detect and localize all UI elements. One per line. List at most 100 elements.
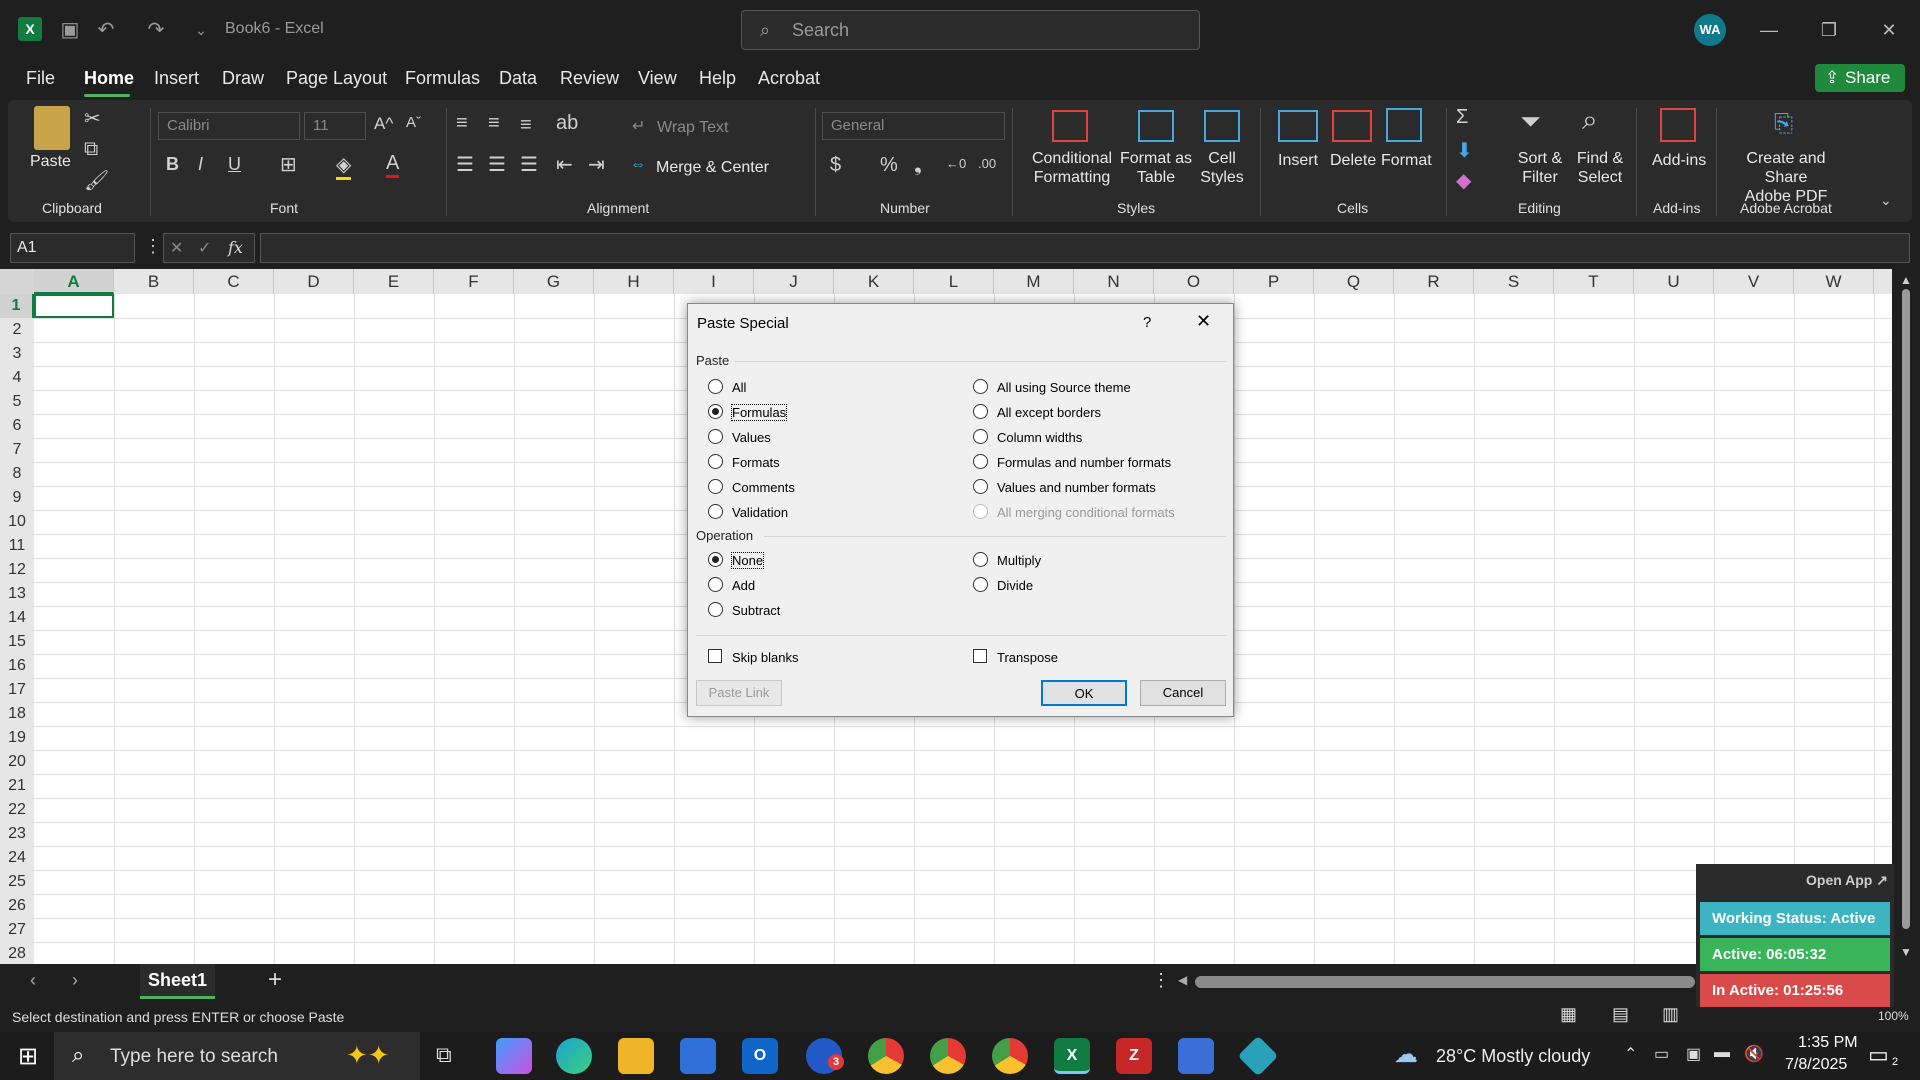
cancel-button[interactable]: Cancel (1140, 680, 1226, 706)
tab-file[interactable]: File (26, 68, 55, 89)
column-header-o[interactable]: O (1154, 269, 1234, 294)
radio-comments[interactable] (708, 479, 723, 494)
radio-subtract[interactable] (708, 602, 723, 617)
customize-qat-icon[interactable]: ⌄ (187, 16, 215, 44)
radio-multiply[interactable] (973, 552, 988, 567)
copilot-app-icon[interactable] (496, 1038, 532, 1074)
currency-icon[interactable]: $ (830, 154, 841, 177)
paste-button[interactable]: Paste (30, 152, 71, 171)
column-header-w[interactable]: W (1794, 269, 1874, 294)
row-header-28[interactable]: 28 (0, 942, 34, 966)
find-select-button[interactable]: Find & Select (1572, 149, 1628, 187)
wrap-text-button[interactable]: Wrap Text (657, 118, 728, 137)
clear-icon[interactable]: ◆ (1456, 168, 1471, 193)
transpose-label[interactable]: Transpose (997, 650, 1058, 665)
tab-formulas[interactable]: Formulas (405, 68, 480, 89)
sheet-tab[interactable]: Sheet1 (140, 964, 215, 999)
increase-decimal-icon[interactable]: ←0 (946, 156, 966, 171)
decrease-font-icon[interactable]: Aˇ (406, 114, 421, 131)
copy-icon[interactable]: ⧉ (84, 138, 98, 161)
redo-icon[interactable]: ↷ (142, 16, 170, 44)
row-header-1[interactable]: 1 (0, 294, 34, 318)
paste-link-button[interactable]: Paste Link (696, 680, 782, 706)
row-header-20[interactable]: 20 (0, 750, 34, 774)
open-app-button[interactable]: Open App ↗ (1806, 872, 1888, 889)
align-center-icon[interactable]: ☰ (488, 152, 506, 177)
dialog-close-icon[interactable]: ✕ (1196, 311, 1211, 332)
column-header-r[interactable]: R (1394, 269, 1474, 294)
column-header-h[interactable]: H (594, 269, 674, 294)
tray-overflow-icon[interactable]: ⌃ (1624, 1044, 1637, 1064)
row-header-7[interactable]: 7 (0, 438, 34, 462)
mail-app-icon[interactable]: 3 (806, 1038, 844, 1074)
taskbar-search[interactable]: ⌕ Type here to search ✦✦ (54, 1032, 420, 1080)
option-values-and-number-formats[interactable]: Values and number formats (997, 480, 1156, 495)
percent-icon[interactable]: % (880, 154, 898, 177)
number-format-dropdown[interactable]: General (822, 112, 1005, 140)
row-header-8[interactable]: 8 (0, 462, 34, 486)
name-box[interactable]: A1 (10, 233, 135, 263)
column-header-b[interactable]: B (114, 269, 194, 294)
vertical-scrollbar[interactable]: ▲ ▼ (1892, 269, 1920, 964)
row-header-2[interactable]: 2 (0, 318, 34, 342)
battery-icon[interactable]: ▬ (1714, 1044, 1730, 1062)
row-header-15[interactable]: 15 (0, 630, 34, 654)
help-button[interactable]: ? (1143, 314, 1151, 331)
ok-button[interactable]: OK (1041, 680, 1127, 706)
option-none[interactable]: None (730, 552, 765, 569)
option-all[interactable]: All (732, 380, 746, 395)
decrease-decimal-icon[interactable]: .00 (978, 156, 996, 171)
column-header-f[interactable]: F (434, 269, 514, 294)
column-header-d[interactable]: D (274, 269, 354, 294)
column-header-q[interactable]: Q (1314, 269, 1394, 294)
column-header-n[interactable]: N (1074, 269, 1154, 294)
tab-page-layout[interactable]: Page Layout (286, 68, 387, 89)
increase-font-icon[interactable]: A^ (374, 114, 393, 134)
radio-validation[interactable] (708, 504, 723, 519)
row-header-22[interactable]: 22 (0, 798, 34, 822)
align-bottom-icon[interactable]: ≡ (520, 114, 532, 137)
option-comments[interactable]: Comments (732, 480, 795, 495)
undo-icon[interactable]: ↶ (92, 16, 120, 44)
option-divide[interactable]: Divide (997, 578, 1033, 593)
add-sheet-icon[interactable]: + (268, 966, 282, 994)
row-header-17[interactable]: 17 (0, 678, 34, 702)
radio-all-merging-conditional-formats[interactable] (973, 504, 988, 519)
tab-insert[interactable]: Insert (154, 68, 199, 89)
filezilla-icon[interactable]: Z (1116, 1038, 1152, 1074)
column-header-v[interactable]: V (1714, 269, 1794, 294)
option-formulas-and-number-formats[interactable]: Formulas and number formats (997, 455, 1171, 470)
radio-column-widths[interactable] (973, 429, 988, 444)
option-add[interactable]: Add (732, 578, 755, 593)
tab-review[interactable]: Review (560, 68, 619, 89)
search-box[interactable]: ⌕ Search (741, 10, 1200, 50)
fill-color-icon[interactable]: ◈ (336, 152, 352, 180)
column-header-u[interactable]: U (1634, 269, 1714, 294)
column-header-c[interactable]: C (194, 269, 274, 294)
excel-taskbar-icon[interactable]: X (1054, 1038, 1090, 1074)
row-header-24[interactable]: 24 (0, 846, 34, 870)
font-color-icon[interactable]: A (386, 152, 400, 178)
skip-blanks-label[interactable]: Skip blanks (732, 650, 798, 665)
column-header-m[interactable]: M (994, 269, 1074, 294)
prev-sheet-icon[interactable]: ‹ (30, 970, 36, 991)
cancel-entry-icon[interactable]: ✕ (170, 238, 183, 258)
row-header-4[interactable]: 4 (0, 366, 34, 390)
insert-cells-icon[interactable] (1278, 110, 1318, 142)
weather-text[interactable]: 28°C Mostly cloudy (1436, 1046, 1590, 1067)
option-subtract[interactable]: Subtract (732, 603, 780, 618)
font-name-dropdown[interactable]: Calibri (158, 112, 300, 140)
column-header-p[interactable]: P (1234, 269, 1314, 294)
save-icon[interactable]: ▣ (56, 16, 84, 44)
outlook-icon[interactable]: O (742, 1038, 778, 1074)
formula-input[interactable] (260, 233, 1910, 263)
scroll-up-icon[interactable]: ▲ (1900, 273, 1912, 287)
tab-draw[interactable]: Draw (222, 68, 264, 89)
row-header-27[interactable]: 27 (0, 918, 34, 942)
radio-values[interactable] (708, 429, 723, 444)
microsoft-store-icon[interactable] (680, 1038, 716, 1074)
option-all-except-borders[interactable]: All except borders (997, 405, 1101, 420)
option-all-using-source-theme[interactable]: All using Source theme (997, 380, 1131, 395)
format-painter-icon[interactable]: 🖌 (84, 168, 109, 193)
more-icon[interactable]: ⋮ (144, 236, 162, 257)
